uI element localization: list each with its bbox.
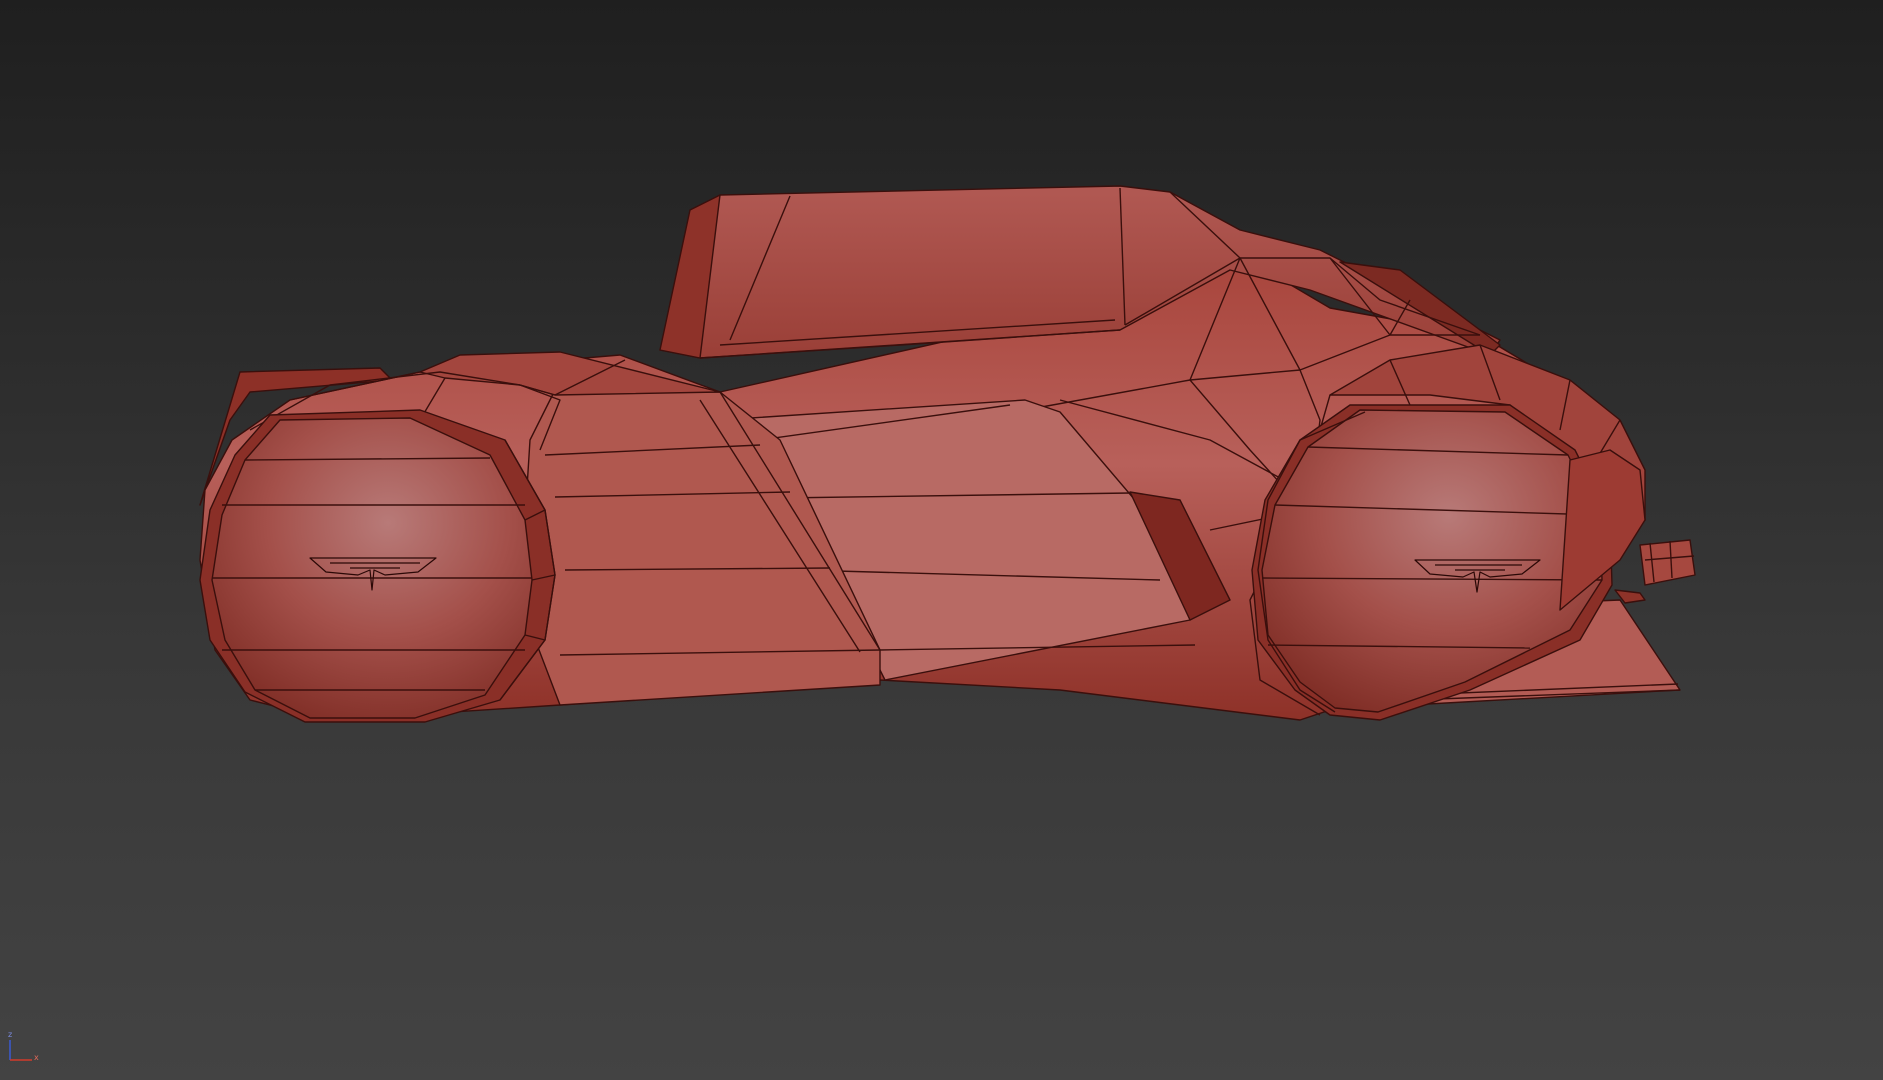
axis-gizmo: z x	[8, 1030, 39, 1062]
tow-hook	[1639, 539, 1696, 586]
rear-wheel	[199, 409, 556, 723]
3d-viewport[interactable]: z x	[0, 0, 1883, 1080]
x-axis-label: x	[34, 1053, 39, 1062]
vehicle-mesh	[199, 185, 1696, 723]
z-axis-label: z	[8, 1030, 12, 1039]
